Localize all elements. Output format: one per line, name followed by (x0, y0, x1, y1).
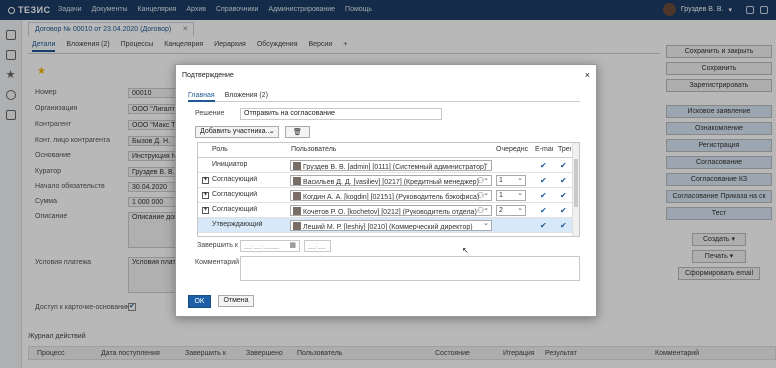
participant-role: Согласующий (212, 176, 258, 183)
order-value: 2 (499, 207, 503, 214)
col-role[interactable]: Роль (212, 146, 228, 153)
dialog-tabs: Главная Вложения (2) (188, 92, 580, 102)
table-scrollbar[interactable] (572, 143, 579, 236)
cancel-button[interactable]: Отмена (218, 295, 254, 307)
participant-user-select[interactable]: Когдин А. А. [kogdin] [02151] (Руководит… (290, 190, 492, 201)
required-checkbox[interactable]: ✔ (560, 161, 567, 170)
col-email[interactable]: E-mai (535, 146, 553, 153)
col-order[interactable]: Очереднс (496, 146, 532, 153)
close-icon[interactable]: × (585, 70, 590, 80)
user-photo-icon (293, 177, 301, 185)
user-photo-icon (293, 207, 301, 215)
col-user[interactable]: Пользователь (291, 146, 336, 153)
mouse-cursor-icon: ↖ (462, 246, 469, 255)
finish-date-input[interactable]: __.__.____ ▦ (240, 240, 300, 252)
order-select[interactable]: 2 (496, 205, 526, 216)
participant-row[interactable]: + Согласующий Когдин А. А. [kogdin] [021… (198, 188, 574, 203)
email-checkbox[interactable]: ✔ (540, 191, 547, 200)
required-checkbox[interactable]: ✔ (560, 206, 567, 215)
comment-textarea[interactable] (240, 256, 580, 281)
participant-row[interactable]: Инициатор Груздев В. В. [admin] [0111] (… (198, 158, 574, 173)
group-icon[interactable]: ⚇ (477, 176, 484, 185)
dialog-title: Подтверждение (182, 72, 234, 79)
participant-role: Инициатор (212, 161, 248, 168)
decision-field[interactable]: Отправить на согласование (240, 108, 442, 120)
participant-user-select[interactable]: Груздев В. В. [admin] [0111] (Системный … (290, 160, 492, 171)
email-checkbox[interactable]: ✔ (540, 176, 547, 185)
tab-main[interactable]: Главная (188, 92, 215, 102)
add-participant-button[interactable]: Добавить участника... ⌄ (195, 126, 279, 138)
participant-row[interactable]: + Согласующий Васильев Д. Д. [vasiliev] … (198, 173, 574, 188)
trash-icon: 🗑 (293, 129, 302, 136)
order-select[interactable]: 1 (496, 175, 526, 186)
expand-icon[interactable]: + (202, 207, 209, 214)
group-icon[interactable]: ⚇ (477, 206, 484, 215)
participant-row-selected[interactable]: Утверждающий Леший М. Р. [leshiy] [0210]… (198, 218, 574, 233)
tab-attachments[interactable]: Вложения (2) (225, 92, 268, 99)
email-checkbox[interactable]: ✔ (540, 206, 547, 215)
participant-user-select[interactable]: Леший М. Р. [leshiy] [0210] (Коммерчески… (290, 220, 492, 231)
participant-role: Согласующий (212, 191, 258, 198)
add-participant-label: Добавить участника... (200, 128, 272, 135)
confirmation-dialog: Подтверждение × Главная Вложения (2) Реш… (175, 64, 597, 317)
group-icon[interactable]: ⚇ (477, 191, 484, 200)
required-checkbox[interactable]: ✔ (560, 221, 567, 230)
participant-role: Утверждающий (212, 221, 263, 228)
participant-user: Леший М. Р. [leshiy] [0210] (Коммерчески… (303, 224, 473, 231)
chevron-down-icon: ⌄ (269, 128, 275, 135)
participants-header: Роль Пользователь Очереднс E-mai Треі (198, 143, 574, 158)
col-required[interactable]: Треі (558, 146, 572, 153)
participant-user: Кочетов Р. О. [kochetov] [0212] (Руковод… (303, 209, 477, 216)
required-checkbox[interactable]: ✔ (560, 191, 567, 200)
participant-user: Когдин А. А. [kogdin] [02151] (Руководит… (303, 194, 480, 201)
participant-user-select[interactable]: Кочетов Р. О. [kochetov] [0212] (Руковод… (290, 205, 492, 216)
participant-user: Груздев В. В. [admin] [0111] (Системный … (303, 164, 487, 171)
participant-role: Согласующий (212, 206, 258, 213)
order-value: 1 (499, 177, 503, 184)
participant-user-select[interactable]: Васильев Д. Д. [vasiliev] [0217] (Кредит… (290, 175, 492, 186)
expand-icon[interactable]: + (202, 192, 209, 199)
email-checkbox[interactable]: ✔ (540, 161, 547, 170)
participants-table: Роль Пользователь Очереднс E-mai Треі Ин… (197, 142, 580, 237)
delete-participant-button[interactable]: 🗑 (285, 126, 310, 138)
email-checkbox[interactable]: ✔ (540, 221, 547, 230)
required-checkbox[interactable]: ✔ (560, 176, 567, 185)
ok-button[interactable]: OK (188, 295, 211, 308)
participant-user: Васильев Д. Д. [vasiliev] [0217] (Кредит… (303, 179, 479, 186)
decision-label: Решение (195, 110, 225, 117)
finish-time-input[interactable]: __:__ (304, 240, 331, 252)
user-photo-icon (293, 192, 301, 200)
order-value: 1 (499, 192, 503, 199)
user-photo-icon (293, 162, 301, 170)
comment-label: Комментарий (195, 259, 240, 266)
user-photo-icon (293, 222, 301, 230)
order-select[interactable]: 1 (496, 190, 526, 201)
calendar-icon[interactable]: ▦ (289, 241, 296, 249)
participant-row[interactable]: + Согласующий Кочетов Р. О. [kochetov] [… (198, 203, 574, 218)
date-placeholder: __.__.____ (244, 242, 280, 249)
finish-by-label: Завершить к (197, 242, 238, 249)
expand-icon[interactable]: + (202, 177, 209, 184)
